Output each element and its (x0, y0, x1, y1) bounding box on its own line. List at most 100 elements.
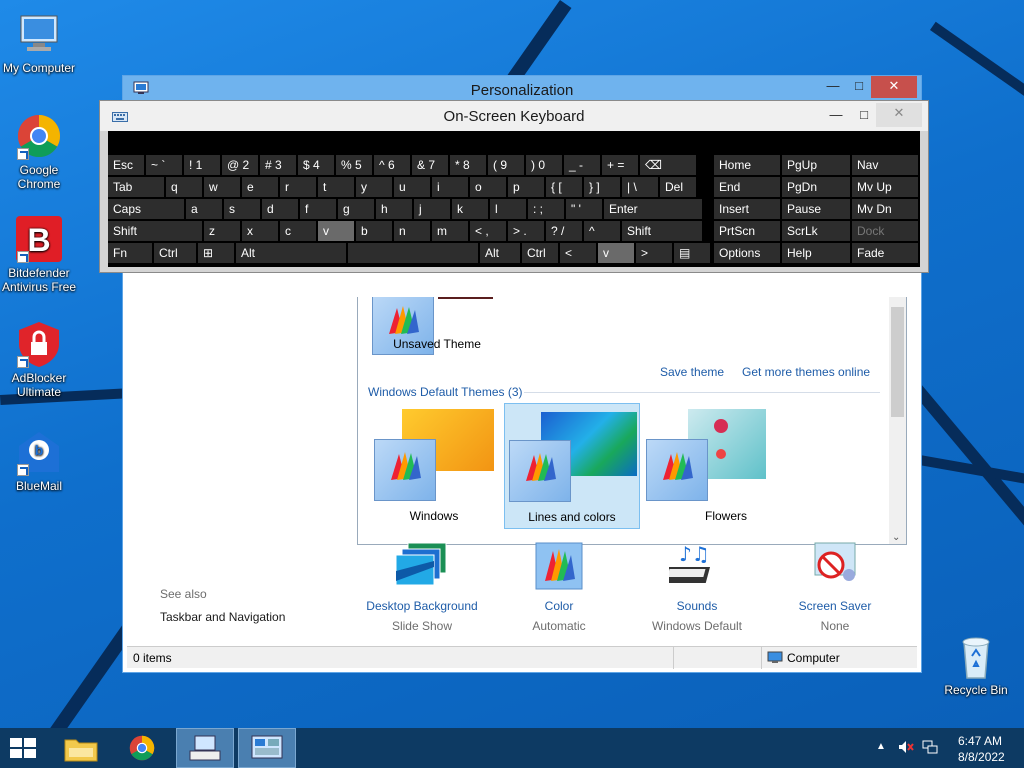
osk-key[interactable]: x (242, 221, 278, 241)
osk-key[interactable]: l (490, 199, 526, 219)
osk-nav-key[interactable]: ScrLk (782, 221, 850, 241)
osk-key[interactable]: ~ ` (146, 155, 182, 175)
osk-key[interactable]: + = (602, 155, 638, 175)
osk-key[interactable]: ) 0 (526, 155, 562, 175)
clock-date[interactable]: 8/8/2022 (958, 750, 1005, 764)
osk-key[interactable]: < , (470, 221, 506, 241)
osk-key[interactable]: ^ (584, 221, 620, 241)
taskbar-osk[interactable] (176, 728, 234, 768)
scrollbar-thumb[interactable] (891, 307, 904, 417)
osk-key[interactable]: i (432, 177, 468, 197)
theme-item-lines-and-colors[interactable]: Lines and colors (504, 403, 640, 529)
osk-key[interactable]: y (356, 177, 392, 197)
osk-key[interactable]: ▤ (674, 243, 710, 263)
close-button[interactable]: ✕ (871, 76, 917, 98)
minimize-button[interactable]: — (819, 76, 847, 98)
osk-key[interactable]: " ' (566, 199, 602, 219)
osk-key[interactable]: z (204, 221, 240, 241)
osk-titlebar[interactable]: On-Screen Keyboard — □ ✕ (100, 101, 928, 131)
start-button[interactable] (0, 728, 48, 768)
scroll-down-icon[interactable]: ⌄ (892, 532, 900, 543)
save-theme-link[interactable]: Save theme (660, 365, 724, 379)
osk-key[interactable] (348, 243, 478, 263)
osk-key[interactable]: d (262, 199, 298, 219)
osk-key[interactable]: ! 1 (184, 155, 220, 175)
osk-nav-key[interactable]: PrtScn (714, 221, 780, 241)
osk-key[interactable]: Enter (604, 199, 702, 219)
osk-nav-key[interactable]: Home (714, 155, 780, 175)
osk-key[interactable]: > (636, 243, 672, 263)
osk-key[interactable]: t (318, 177, 354, 197)
osk-key[interactable]: Tab (108, 177, 164, 197)
osk-key[interactable]: : ; (528, 199, 564, 219)
osk-key[interactable]: Esc (108, 155, 144, 175)
osk-nav-key[interactable]: Options (714, 243, 780, 263)
osk-key[interactable]: { [ (546, 177, 582, 197)
osk-key[interactable]: r (280, 177, 316, 197)
osk-key[interactable]: n (394, 221, 430, 241)
osk-nav-key[interactable]: PgDn (782, 177, 850, 197)
theme-list-scrollbar[interactable]: ⌄ (889, 297, 906, 544)
theme-item-windows[interactable]: Windows (372, 409, 496, 529)
sounds-option[interactable]: ♪♫ Sounds Windows Default (639, 541, 755, 633)
osk-key[interactable]: k (452, 199, 488, 219)
osk-key[interactable]: v (318, 221, 354, 241)
osk-key[interactable]: $ 4 (298, 155, 334, 175)
osk-key[interactable]: g (338, 199, 374, 219)
desktop-icon-adblocker[interactable]: AdBlocker Ultimate (0, 320, 78, 399)
osk-key[interactable]: e (242, 177, 278, 197)
desktop-icon-recycle-bin[interactable]: Recycle Bin (936, 632, 1016, 697)
osk-key[interactable]: Shift (622, 221, 702, 241)
osk-key[interactable]: a (186, 199, 222, 219)
osk-key[interactable]: j (414, 199, 450, 219)
osk-key[interactable]: Ctrl (522, 243, 558, 263)
osk-key[interactable]: * 8 (450, 155, 486, 175)
osk-key[interactable]: | \ (622, 177, 658, 197)
osk-key[interactable]: o (470, 177, 506, 197)
osk-minimize-button[interactable]: — (822, 105, 850, 127)
osk-key[interactable]: ^ 6 (374, 155, 410, 175)
osk-key[interactable]: w (204, 177, 240, 197)
clock-time[interactable]: 6:47 AM (958, 734, 1002, 748)
taskbar-navigation-link[interactable]: Taskbar and Navigation (160, 610, 285, 624)
osk-key[interactable]: % 5 (336, 155, 372, 175)
osk-key[interactable]: < (560, 243, 596, 263)
osk-key[interactable]: Fn (108, 243, 152, 263)
osk-nav-key[interactable]: Help (782, 243, 850, 263)
desktop-icon-bluemail[interactable]: b BlueMail (0, 428, 78, 493)
osk-key[interactable]: > . (508, 221, 544, 241)
get-more-themes-link[interactable]: Get more themes online (742, 365, 870, 379)
osk-key[interactable]: _ - (564, 155, 600, 175)
osk-key[interactable]: Del (660, 177, 696, 197)
taskbar-chrome[interactable] (114, 728, 172, 768)
osk-key[interactable]: ? / (546, 221, 582, 241)
osk-key[interactable]: h (376, 199, 412, 219)
theme-list[interactable]: Unsaved Theme Save theme Get more themes… (357, 297, 907, 545)
taskbar-file-explorer[interactable] (52, 728, 110, 768)
color-option[interactable]: Color Automatic (503, 541, 615, 633)
taskbar-control-panel[interactable] (238, 728, 296, 768)
osk-key[interactable]: u (394, 177, 430, 197)
osk-key[interactable]: Caps (108, 199, 184, 219)
osk-nav-key[interactable]: Nav (852, 155, 918, 175)
osk-key[interactable]: f (300, 199, 336, 219)
osk-key[interactable]: ( 9 (488, 155, 524, 175)
screen-saver-option[interactable]: Screen Saver None (779, 541, 891, 633)
show-hidden-icons[interactable]: ▲ (876, 741, 886, 752)
desktop-icon-my-computer[interactable]: My Computer (0, 10, 78, 75)
osk-key[interactable]: # 3 (260, 155, 296, 175)
osk-key[interactable]: s (224, 199, 260, 219)
osk-nav-key[interactable]: Mv Up (852, 177, 918, 197)
osk-key[interactable]: } ] (584, 177, 620, 197)
osk-key[interactable]: Shift (108, 221, 202, 241)
osk-nav-key[interactable]: Dock (852, 221, 918, 241)
osk-nav-key[interactable]: Pause (782, 199, 850, 219)
osk-key[interactable]: Alt (480, 243, 520, 263)
osk-key[interactable]: m (432, 221, 468, 241)
network-icon[interactable] (922, 740, 938, 757)
desktop-icon-bitdefender[interactable]: B Bitdefender Antivirus Free (0, 215, 78, 294)
osk-key[interactable]: b (356, 221, 392, 241)
osk-key[interactable]: q (166, 177, 202, 197)
osk-nav-key[interactable]: Fade (852, 243, 918, 263)
osk-key[interactable]: @ 2 (222, 155, 258, 175)
